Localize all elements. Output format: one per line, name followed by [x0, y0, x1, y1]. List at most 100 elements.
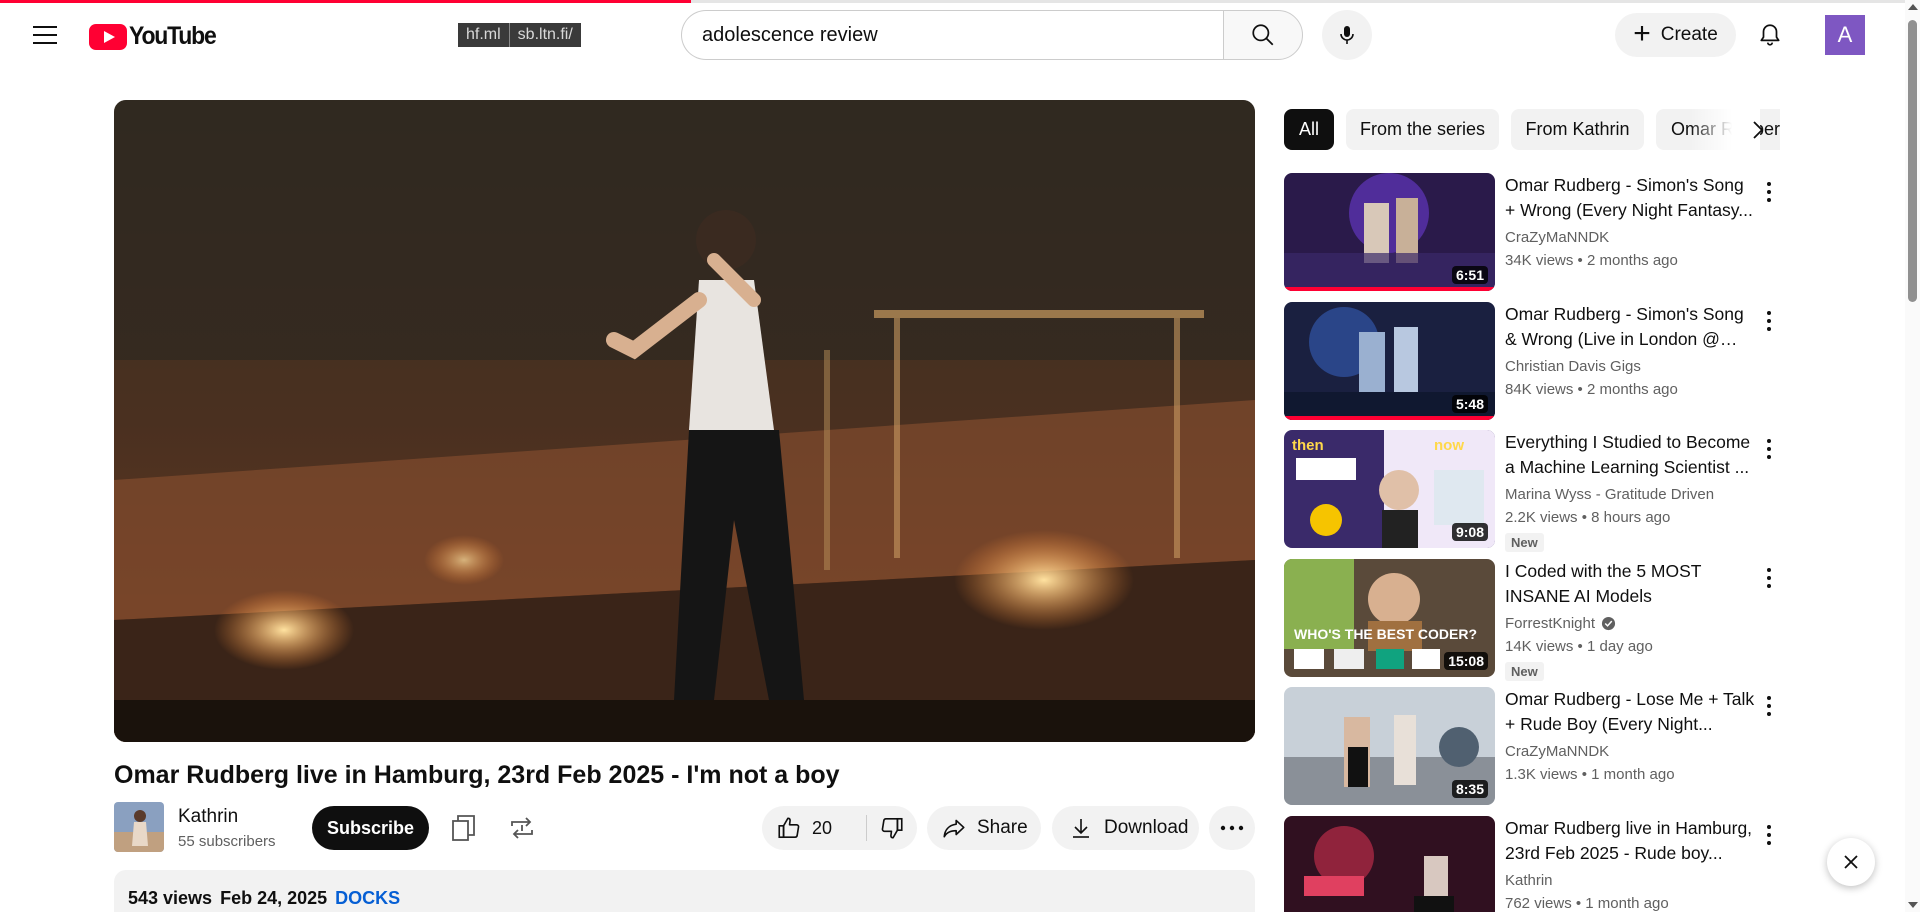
close-floating-button[interactable]	[1827, 838, 1875, 886]
channel-avatar[interactable]	[114, 802, 164, 852]
recommendation-title[interactable]: Omar Rudberg live in Hamburg, 23rd Feb 2…	[1505, 816, 1757, 866]
new-badge: New	[1505, 533, 1544, 552]
download-button[interactable]: Download	[1052, 806, 1199, 850]
youtube-wordmark: YouTube	[129, 22, 217, 50]
recommendation-item[interactable]: Omar Rudberg live in Hamburg, 23rd Feb 2…	[1284, 815, 1780, 912]
extension-overlay[interactable]: hf.ml sb.ltn.fi/	[458, 23, 581, 47]
video-player[interactable]	[114, 100, 1255, 742]
description-box[interactable]: 543 views Feb 24, 2025 DOCKS	[114, 870, 1255, 912]
recommendation-title[interactable]: Everything I Studied to Become a Machine…	[1505, 430, 1757, 480]
recommendation-item[interactable]: 5:48 Omar Rudberg - Simon's Song & Wrong…	[1284, 301, 1780, 422]
like-count: 20	[812, 817, 833, 838]
chip-from-the-series[interactable]: From the series	[1346, 109, 1499, 150]
dislike-button[interactable]	[867, 806, 917, 850]
recommendation-title[interactable]: Omar Rudberg - Lose Me + Talk + Rude Boy…	[1505, 687, 1757, 737]
recommendation-age: 8 hours ago	[1591, 509, 1671, 526]
svg-text:now: now	[1434, 437, 1464, 454]
recommendation-channel-name: Marina Wyss - Gratitude Driven	[1505, 486, 1715, 503]
recommendation-item[interactable]: 6:51 Omar Rudberg - Simon's Song + Wrong…	[1284, 173, 1780, 293]
hashtag-link[interactable]: DOCKS	[335, 888, 400, 908]
recommendation-views: 14K views	[1505, 637, 1574, 655]
recommendation-channel[interactable]: Marina Wyss - Gratitude Driven	[1505, 486, 1714, 503]
recommendation-menu-button[interactable]	[1758, 434, 1780, 464]
recommendation-meta: 34K views • 2 months ago	[1505, 252, 1678, 269]
download-label: Download	[1104, 817, 1189, 838]
verified-badge-icon	[1601, 616, 1616, 630]
recommendation-channel[interactable]: Kathrin	[1505, 872, 1553, 889]
recommendation-views: 84K views	[1505, 380, 1574, 398]
recommendation-channel[interactable]: Christian Davis Gigs	[1505, 358, 1641, 375]
share-icon	[943, 819, 965, 838]
youtube-play-icon	[89, 23, 127, 50]
recommendation-menu-button[interactable]	[1758, 306, 1780, 336]
recommendation-menu-button[interactable]	[1758, 177, 1780, 207]
more-vertical-icon	[1767, 696, 1771, 700]
account-avatar-button[interactable]: A	[1825, 15, 1865, 55]
subscriber-count: 55 subscribers	[178, 833, 276, 850]
recommendation-item[interactable]: then now 9:08 Everything I Studied to Bec…	[1284, 430, 1780, 552]
recommendation-thumbnail[interactable]: 8:35	[1284, 687, 1495, 805]
scroll-up-arrow-icon[interactable]	[1908, 4, 1918, 10]
close-icon	[1844, 855, 1858, 869]
search-input[interactable]	[682, 11, 1224, 59]
recommendation-age: 1 month ago	[1585, 894, 1669, 912]
more-vertical-icon	[1767, 824, 1771, 829]
recommendation-menu-button[interactable]	[1758, 691, 1780, 721]
recommendation-thumbnail[interactable]: 6:51	[1284, 173, 1495, 291]
guide-menu-button[interactable]	[28, 18, 62, 52]
copy-button[interactable]	[444, 808, 484, 848]
copy-icon	[452, 815, 475, 841]
recommendation-thumbnail[interactable]: then now 9:08	[1284, 430, 1495, 548]
like-dislike-group: 20	[762, 806, 917, 850]
scrollbar-thumb[interactable]	[1908, 20, 1917, 302]
more-horizontal-icon	[1220, 825, 1244, 831]
recommendation-age: 2 months ago	[1586, 380, 1678, 398]
recommendation-meta: 84K views • 2 months ago	[1505, 380, 1678, 398]
recommendation-thumbnail[interactable]: WHO'S THE BEST CODER? 15:08	[1284, 558, 1495, 677]
loop-button[interactable]	[502, 808, 542, 848]
search-box	[681, 10, 1224, 60]
recommendation-item[interactable]: WHO'S THE BEST CODER? 15:08 I Coded with…	[1284, 558, 1780, 681]
recommendation-meta: 762 views • 1 month ago	[1505, 894, 1669, 912]
recommendation-channel[interactable]: ForrestKnight	[1505, 615, 1616, 632]
recommendation-channel[interactable]: CraZyMaNNDK	[1505, 229, 1609, 246]
recommendation-thumbnail[interactable]	[1284, 815, 1495, 912]
create-button[interactable]: + Create	[1615, 13, 1736, 57]
more-actions-button[interactable]	[1209, 806, 1255, 850]
recommendation-title[interactable]: Omar Rudberg - Simon's Song + Wrong (Eve…	[1505, 173, 1757, 223]
recommendation-channel-name: ForrestKnight	[1505, 614, 1596, 632]
chevron-right-icon	[1753, 121, 1764, 139]
recommendation-title[interactable]: I Coded with the 5 MOST INSANE AI Models	[1505, 559, 1757, 609]
subscribe-button[interactable]: Subscribe	[312, 806, 429, 850]
recommendation-title[interactable]: Omar Rudberg - Simon's Song & Wrong (Liv…	[1505, 302, 1757, 352]
recommendation-menu-button[interactable]	[1758, 820, 1780, 850]
channel-name[interactable]: Kathrin	[178, 806, 238, 828]
recommendation-menu-button[interactable]	[1758, 563, 1780, 593]
chips-next-button[interactable]	[1738, 110, 1778, 150]
more-vertical-icon	[1767, 567, 1771, 572]
recommendation-age: 2 months ago	[1586, 252, 1678, 269]
chip-all[interactable]: All	[1284, 109, 1334, 150]
watch-progress-bar	[1284, 287, 1495, 291]
recommendation-thumbnail[interactable]: 5:48	[1284, 301, 1495, 420]
recommendation-meta: 1.3K views • 1 month ago	[1505, 766, 1675, 783]
svg-text:WHO'S THE BEST CODER?: WHO'S THE BEST CODER?	[1294, 626, 1477, 642]
plus-icon: +	[1633, 16, 1651, 50]
recommendation-item[interactable]: 8:35 Omar Rudberg - Lose Me + Talk + Rud…	[1284, 687, 1780, 807]
masthead: YouTube hf.ml sb.ltn.fi/ + Create A	[0, 0, 1905, 70]
recommendation-channel[interactable]: CraZyMaNNDK	[1505, 743, 1609, 760]
more-vertical-icon	[1767, 182, 1771, 186]
page-scrollbar[interactable]	[1905, 0, 1920, 912]
like-button[interactable]: 20	[762, 806, 866, 850]
recommendation-channel-name: Kathrin	[1505, 871, 1553, 889]
youtube-logo[interactable]: YouTube	[89, 22, 223, 51]
share-button[interactable]: Share	[927, 806, 1041, 850]
scroll-down-arrow-icon[interactable]	[1908, 902, 1918, 908]
search-button[interactable]	[1223, 10, 1303, 60]
new-badge: New	[1505, 661, 1544, 681]
notifications-button[interactable]	[1752, 17, 1788, 53]
voice-search-button[interactable]	[1322, 10, 1372, 60]
chip-from-kathrin[interactable]: From Kathrin	[1511, 109, 1644, 150]
extension-left-label: hf.ml	[466, 26, 501, 43]
recommendation-channel-name: Christian Davis Gigs	[1505, 357, 1641, 375]
